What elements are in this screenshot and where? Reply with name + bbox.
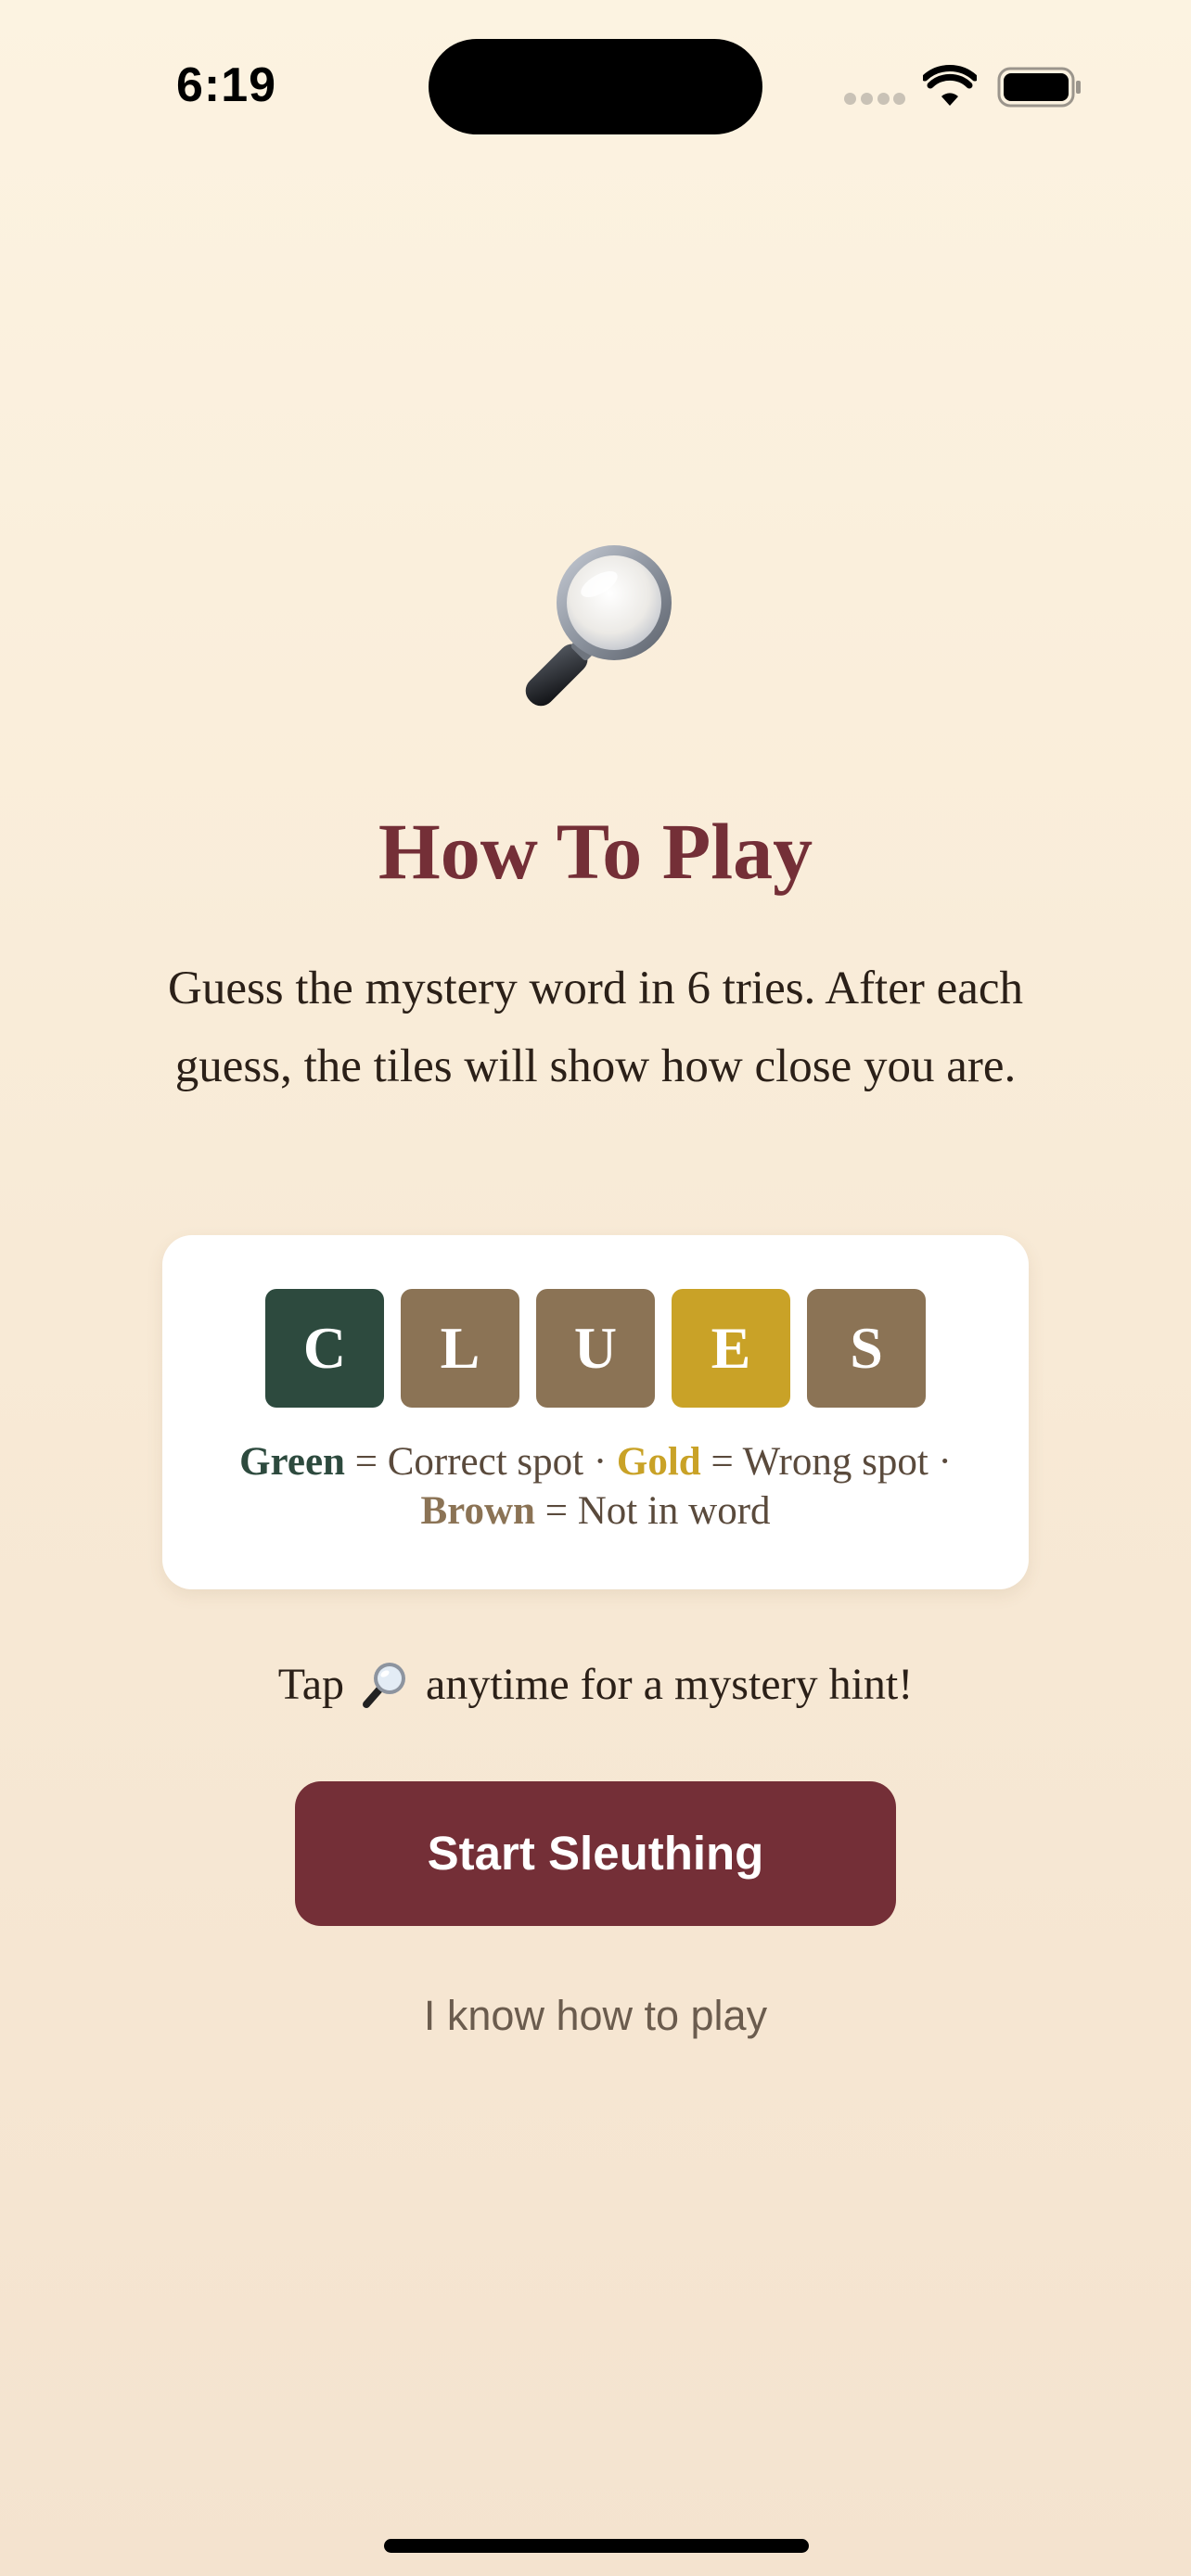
hint-suffix: anytime for a mystery hint!	[426, 1660, 914, 1709]
hint-prefix: Tap	[277, 1660, 345, 1709]
status-time: 6:19	[176, 58, 277, 112]
signal-icon	[844, 93, 905, 106]
magnifying-glass-icon	[525, 545, 672, 707]
legend-brown-desc: = Not in word	[544, 1489, 771, 1533]
tile-absent: S	[807, 1289, 926, 1408]
magnifying-glass-icon	[363, 1663, 406, 1708]
tile-absent: L	[401, 1289, 519, 1408]
example-tiles: C L U E S	[265, 1289, 926, 1408]
battery-icon	[997, 67, 1081, 108]
tile-legend: Green = Correct spot · Gold = Wrong spot…	[218, 1437, 973, 1536]
legend-green-label: Green	[239, 1440, 345, 1484]
legend-gold-desc: = Wrong spot ·	[711, 1440, 952, 1484]
legend-green-desc: = Correct spot ·	[354, 1440, 608, 1484]
skip-tutorial-link[interactable]: I know how to play	[0, 1992, 1191, 2040]
home-indicator[interactable]	[384, 2539, 809, 2553]
tile-absent: U	[536, 1289, 655, 1408]
page-title: How To Play	[378, 807, 813, 896]
wifi-icon	[923, 65, 977, 106]
legend-brown-label: Brown	[420, 1489, 535, 1533]
tile-correct: C	[265, 1289, 384, 1408]
example-card: C L U E S Green = Correct spot · Gold = …	[162, 1235, 1029, 1589]
legend-gold-label: Gold	[616, 1440, 701, 1484]
intro-text: Guess the mystery word in 6 tries. After…	[167, 963, 1023, 1092]
hint-text: Tap anytime for a mystery hint!	[0, 1658, 1191, 1710]
dynamic-island	[429, 39, 762, 134]
tile-present: E	[672, 1289, 790, 1408]
start-sleuthing-button[interactable]: Start Sleuthing	[295, 1781, 896, 1926]
